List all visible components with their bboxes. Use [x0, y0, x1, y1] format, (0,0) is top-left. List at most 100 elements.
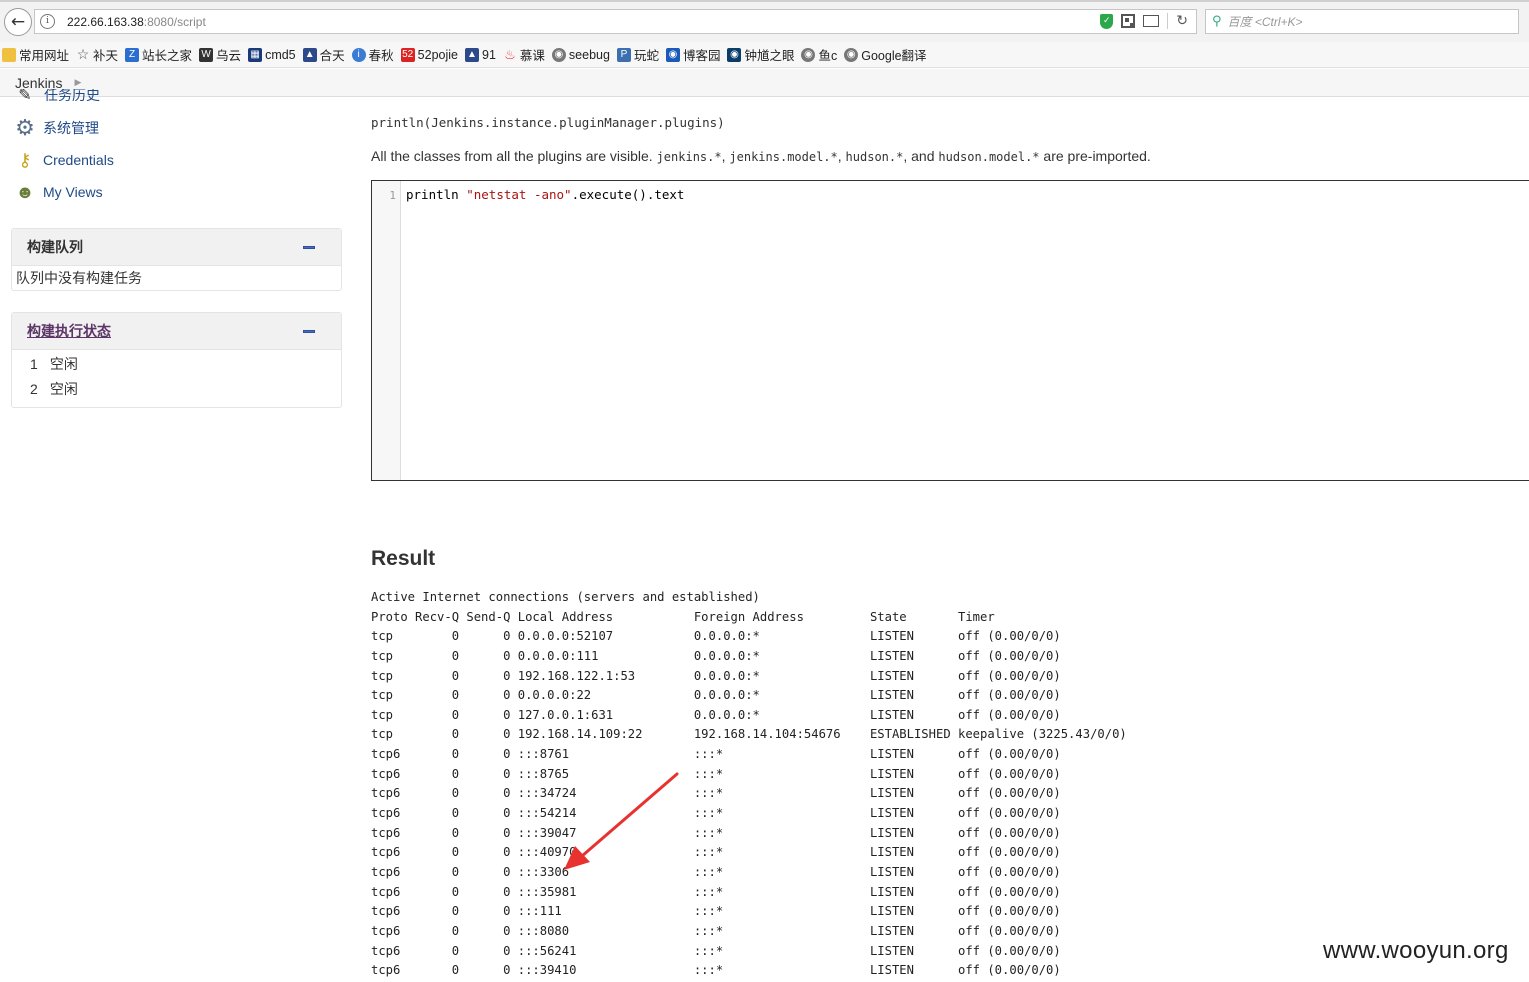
sample-code: println(Jenkins.instance.pluginManager.p… — [371, 115, 725, 130]
bookmark-item[interactable]: ◉ 钟馗之眼 — [727, 45, 794, 64]
credentials-link[interactable]: ⚷ Credentials — [14, 149, 113, 171]
search-placeholder[interactable]: 百度 <Ctrl+K> — [1228, 13, 1303, 30]
task-label: 系统管理 — [43, 120, 99, 136]
result-line: tcp 0 0 0.0.0.0:111 0.0.0.0:* LISTEN off… — [371, 648, 1061, 663]
site-favicon-icon: Z — [125, 47, 140, 62]
result-line: tcp6 0 0 :::39047 :::* LISTEN off (0.00/… — [371, 825, 1061, 840]
bookmark-label: 补天 — [93, 49, 119, 63]
result-line: tcp6 0 0 :::8080 :::* LISTEN off (0.00/0… — [371, 923, 1061, 938]
bookmark-label: 鱼c — [818, 49, 838, 63]
bookmark-item[interactable]: ▲ 合天 — [302, 45, 345, 64]
code-string: "netstat -ano" — [466, 187, 572, 202]
bookmarks-bar: 常用网址 ☆ 补天 Z 站长之家 W 乌云 ▦ cmd5 ▲ 合天 i 春秋 52 52poj… — [0, 42, 1529, 68]
executor-status-pane: 构建执行状态 1 空闲 2 空闲 — [11, 312, 342, 408]
bookmark-item[interactable]: ◉ seebug — [551, 47, 610, 62]
desc-package: jenkins.* — [656, 150, 722, 164]
bookmark-item[interactable]: ☆ 补天 — [76, 45, 118, 64]
result-line: tcp6 0 0 :::39410 :::* LISTEN off (0.00/… — [371, 963, 1061, 978]
result-line: tcp 0 0 0.0.0.0:52107 0.0.0.0:* LISTEN o… — [371, 629, 1061, 644]
editor-code-line[interactable]: println "netstat -ano".execute().text — [406, 187, 684, 202]
bookmark-label: 站长之家 — [142, 49, 193, 63]
back-button[interactable]: ← — [4, 8, 32, 36]
bookmark-item[interactable]: 52 52pojie — [400, 47, 458, 62]
key-icon: ⚷ — [18, 149, 32, 170]
breadcrumb-chevron-icon[interactable]: ▶ — [74, 78, 81, 88]
bookmark-item[interactable]: ◉ 博客园 — [665, 45, 721, 64]
main-panel: println(Jenkins.instance.pluginManager.p… — [371, 97, 1529, 982]
executor-row: 2 空闲 — [12, 377, 341, 402]
bookmark-label: 慕课 — [519, 49, 545, 63]
result-heading: Result — [371, 547, 436, 570]
reader-mode-icon[interactable] — [1143, 15, 1160, 27]
address-bar-icons: ✓ ↻ — [1100, 13, 1188, 29]
url-path: :8080/script — [143, 14, 206, 29]
executor-number: 2 — [30, 381, 38, 397]
reload-icon[interactable]: ↻ — [1176, 13, 1188, 29]
site-favicon-icon: W — [199, 47, 214, 62]
script-description: All the classes from all the plugins are… — [371, 148, 1151, 164]
site-info-icon[interactable]: i — [40, 14, 55, 29]
security-shield-icon[interactable]: ✓ — [1100, 13, 1114, 29]
qr-code-icon[interactable] — [1121, 14, 1136, 28]
bookmark-item[interactable]: i 春秋 — [351, 45, 394, 64]
shield-icon: ▲ — [465, 47, 479, 62]
address-bar[interactable]: i 222.66.163.38:8080/script ✓ ↻ — [34, 9, 1197, 34]
result-line: tcp6 0 0 :::34724 :::* LISTEN off (0.00/… — [371, 786, 1061, 801]
executor-number: 1 — [30, 356, 38, 372]
result-line: tcp6 0 0 :::8765 :::* LISTEN off (0.00/0… — [371, 766, 1061, 781]
bookmark-item[interactable]: W 乌云 — [199, 45, 241, 64]
task-history-link[interactable]: ✎ 任务历史 — [14, 89, 100, 105]
address-divider — [1167, 13, 1169, 29]
shield-icon: ▲ — [302, 47, 317, 62]
executor-status-title: 构建执行状态 — [12, 313, 341, 350]
desc-text: and — [911, 148, 935, 164]
desc-package: jenkins.model.* — [729, 150, 838, 164]
bookmark-item[interactable]: ♨ 慕课 — [503, 45, 545, 64]
bookmark-item[interactable]: ▦ cmd5 — [248, 47, 296, 62]
globe-icon: ◉ — [801, 47, 816, 62]
bookmark-label: 钟馗之眼 — [744, 49, 795, 63]
my-views-link[interactable]: ☻ My Views — [14, 181, 103, 203]
back-arrow-icon: ← — [10, 12, 26, 32]
script-editor[interactable]: 1 println "netstat -ano".execute().text — [371, 180, 1529, 481]
bookmark-item[interactable]: 常用网址 — [2, 45, 69, 64]
result-line: tcp 0 0 127.0.0.1:631 0.0.0.0:* LISTEN o… — [371, 707, 1061, 722]
result-line: tcp 0 0 0.0.0.0:22 0.0.0.0:* LISTEN off … — [371, 688, 1061, 703]
bookmark-item[interactable]: Z 站长之家 — [125, 45, 192, 64]
python-icon: P — [616, 47, 631, 62]
executor-row: 1 空闲 — [12, 352, 341, 377]
bookmark-item[interactable]: ◉ 鱼c — [801, 45, 837, 64]
result-line: tcp6 0 0 :::8761 :::* LISTEN off (0.00/0… — [371, 747, 1061, 762]
search-box[interactable]: ⚲ 百度 <Ctrl+K> — [1205, 9, 1519, 34]
bookmark-label: 春秋 — [368, 49, 394, 63]
bookmark-label: 常用网址 — [19, 49, 70, 63]
result-line: tcp6 0 0 :::56241 :::* LISTEN off (0.00/… — [371, 943, 1061, 958]
result-line: tcp6 0 0 :::54214 :::* LISTEN off (0.00/… — [371, 806, 1061, 821]
eye-icon: ◉ — [727, 47, 742, 62]
breadcrumb: Jenkins ▶ — [0, 69, 1529, 97]
bookmark-item[interactable]: P 玩蛇 — [616, 45, 659, 64]
folder-icon — [2, 47, 16, 62]
bookmark-item[interactable]: ◉ Google翻译 — [844, 45, 927, 64]
url-text[interactable]: 222.66.163.38:8080/script — [67, 15, 206, 29]
result-line: Proto Recv-Q Send-Q Local Address Foreig… — [371, 609, 995, 624]
editor-gutter: 1 — [372, 181, 401, 480]
bookmark-item[interactable]: ▲ 91 — [465, 47, 496, 62]
collapse-icon[interactable] — [303, 246, 315, 249]
bookmark-label: 博客园 — [682, 49, 721, 63]
grid-icon: ▦ — [248, 47, 263, 62]
pane-title-text: 构建队列 — [27, 239, 83, 255]
result-line: tcp6 0 0 :::111 :::* LISTEN off (0.00/0/… — [371, 904, 1061, 919]
result-line: tcp 0 0 192.168.14.109:22 192.168.14.104… — [371, 727, 1127, 742]
collapse-icon[interactable] — [303, 330, 315, 333]
result-line: tcp6 0 0 :::40970 :::* LISTEN off (0.00/… — [371, 845, 1061, 860]
globe-icon: ◉ — [844, 47, 859, 62]
manage-jenkins-link[interactable]: ⚙ 系统管理 — [14, 115, 99, 140]
url-host: 222.66.163.38 — [67, 14, 144, 29]
gear-icon: ⚙ — [15, 115, 35, 140]
result-line: tcp 0 0 192.168.122.1:53 0.0.0.0:* LISTE… — [371, 668, 1061, 683]
site-favicon-icon: 52 — [400, 47, 415, 62]
bookmark-label: 合天 — [319, 49, 345, 63]
executor-status-link[interactable]: 构建执行状态 — [27, 323, 111, 339]
desc-package: hudson.model.* — [938, 150, 1040, 164]
